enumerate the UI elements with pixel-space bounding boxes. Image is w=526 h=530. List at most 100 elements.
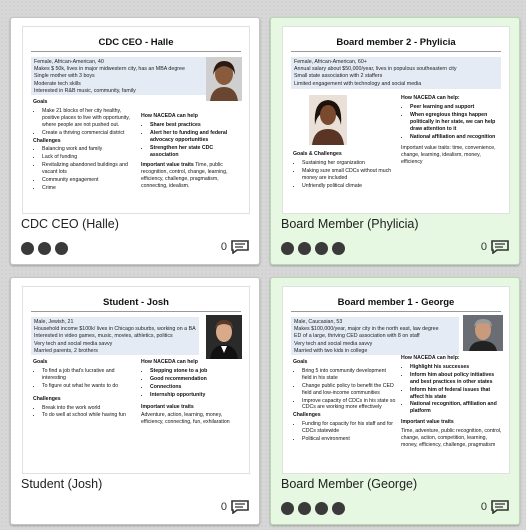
values-text: Time, adventure, public recognition, con…: [401, 428, 502, 448]
goal-item: Change public policy to benefit the CED …: [302, 383, 396, 397]
vote-dots[interactable]: [281, 242, 349, 256]
divider: [291, 51, 501, 52]
vote-dot[interactable]: [281, 242, 294, 255]
slide-title: CDC CEO - Halle: [98, 37, 174, 48]
challenge-item: Funding for capacity for his staff and f…: [302, 421, 396, 435]
slide-title: Student - Josh: [103, 297, 169, 308]
challenge-item: Political environment: [302, 436, 396, 443]
card-phylicia[interactable]: Board member 2 - Phylicia Female, Africa…: [270, 17, 520, 265]
vote-dot[interactable]: [38, 242, 51, 255]
help-heading: How NACEDA can help:: [401, 95, 460, 101]
comment-count: 0: [220, 241, 227, 253]
goals-column: Goals To find a job that's lucrative and…: [33, 359, 133, 420]
help-item: Peer learning and support: [410, 104, 501, 111]
card-josh[interactable]: Student - Josh Male, Jewish, 21 Househol…: [10, 277, 260, 525]
comments-button[interactable]: 0: [481, 240, 509, 254]
comments-button[interactable]: 0: [221, 240, 249, 254]
values-heading: Important value traits: [141, 403, 194, 410]
profile-line: Interested in video games, music, movies…: [34, 333, 173, 340]
divider: [31, 51, 241, 52]
help-item: Good recommendation: [150, 376, 241, 383]
profile-box: Male, Caucasian, 53 Makes $100,000/year,…: [291, 317, 459, 355]
portrait-photo: [206, 315, 242, 359]
challenges-heading: Challenges: [33, 137, 61, 144]
values-heading: Important value traits:: [401, 145, 451, 152]
goals-column: Goals & Challenges Sustaining her organi…: [293, 151, 393, 191]
vote-dot[interactable]: [332, 502, 345, 515]
slide-title: Board member 2 - Phylicia: [336, 37, 456, 48]
comment-icon: [231, 240, 249, 254]
profile-line: Married with two kids in college: [294, 347, 368, 354]
portrait-photo: [309, 95, 347, 145]
comment-icon: [491, 500, 509, 514]
challenges-heading: Challenges: [33, 395, 61, 402]
goals-column: Goals Bring 5 into community development…: [293, 359, 396, 444]
challenge-item: To do well at school while having fun: [42, 412, 133, 419]
goals-heading: Goals: [33, 99, 48, 105]
goal-item: Create a thriving commercial district: [42, 130, 138, 137]
goals-column: Goals Make 21 blocks of her city healthy…: [33, 99, 138, 193]
comment-icon: [231, 500, 249, 514]
divider: [31, 311, 241, 312]
profile-line: Married parents, 2 brothers: [34, 347, 98, 354]
card-halle[interactable]: CDC CEO - Halle Female, African-American…: [10, 17, 260, 265]
values-heading: Important value traits: [401, 419, 454, 426]
challenges-heading: Challenges: [293, 412, 321, 419]
values-text: Adventure, action, learning, money, effi…: [141, 412, 230, 426]
card-label[interactable]: CDC CEO (Halle): [21, 217, 119, 231]
profile-line: Very tech and social media savvy: [34, 340, 113, 347]
divider: [291, 311, 501, 312]
goal-item: Unfriendly political climate: [302, 183, 393, 190]
card-george[interactable]: Board member 1 - George Male, Caucasian,…: [270, 277, 520, 525]
vote-dot[interactable]: [21, 242, 34, 255]
help-item: Alert her to funding and federal advocac…: [150, 130, 241, 144]
help-item: Strengthen her state CDC association: [150, 145, 241, 159]
slide-thumbnail[interactable]: Board member 2 - Phylicia Female, Africa…: [282, 26, 510, 214]
card-label[interactable]: Student (Josh): [21, 477, 102, 491]
help-column: How NACEDA can help Share best practices…: [141, 113, 241, 190]
help-item: Stepping stone to a job: [150, 368, 241, 375]
help-item: Highlight his successes: [410, 364, 503, 371]
goal-item: Sustaining her organization: [302, 160, 393, 167]
goal-item: Make 21 blocks of her city healthy, posi…: [42, 108, 138, 129]
help-item: National recognition, affiliation and pl…: [410, 401, 503, 415]
vote-dot[interactable]: [315, 502, 328, 515]
vote-dots[interactable]: [21, 242, 72, 256]
help-heading: How NACEDA can help: [141, 113, 198, 119]
help-item: Share best practices: [150, 122, 241, 129]
profile-line: Male, Caucasian, 53: [294, 319, 343, 325]
comments-button[interactable]: 0: [221, 500, 249, 514]
challenge-item: Community engagement: [42, 177, 138, 184]
goals-heading: Goals: [33, 359, 48, 365]
profile-line: Very tech and social media savvy: [294, 340, 373, 347]
slide-thumbnail[interactable]: Board member 1 - George Male, Caucasian,…: [282, 286, 510, 474]
help-item: Internship opportunity: [150, 392, 241, 399]
slide-thumbnail[interactable]: CDC CEO - Halle Female, African-American…: [22, 26, 250, 214]
profile-line: Limited engagement with technology and s…: [294, 80, 422, 87]
vote-dot[interactable]: [55, 242, 68, 255]
goal-item: Making sure small CDCs without much mone…: [302, 168, 393, 182]
comments-button[interactable]: 0: [481, 500, 509, 514]
portrait-photo: [463, 315, 503, 351]
vote-dot[interactable]: [332, 242, 345, 255]
help-heading: How NACEDA can help:: [401, 355, 460, 361]
vote-dot[interactable]: [315, 242, 328, 255]
slide-title: Board member 1 - George: [337, 297, 455, 308]
comment-icon: [491, 240, 509, 254]
vote-dots[interactable]: [281, 502, 349, 516]
card-label[interactable]: Board Member (George): [281, 477, 417, 491]
vote-dot[interactable]: [281, 502, 294, 515]
profile-box: Female, African-American, 60+ Annual sal…: [291, 57, 501, 89]
card-label[interactable]: Board Member (Phylicia): [281, 217, 419, 231]
challenge-item: Revitalizing abandoned buildings and vac…: [42, 162, 138, 176]
help-column: How NACEDA can help: Peer learning and s…: [401, 95, 501, 166]
portrait-photo: [206, 57, 242, 101]
slide-thumbnail[interactable]: Student - Josh Male, Jewish, 21 Househol…: [22, 286, 250, 474]
comment-count: 0: [480, 501, 487, 513]
help-item: Inform him of federal issues that affect…: [410, 387, 503, 401]
goal-item: To figure out what he wants to do: [42, 383, 133, 390]
vote-dot[interactable]: [298, 242, 311, 255]
help-item: Connections: [150, 384, 241, 391]
profile-line: Female, African-American, 60+: [294, 59, 367, 65]
vote-dot[interactable]: [298, 502, 311, 515]
